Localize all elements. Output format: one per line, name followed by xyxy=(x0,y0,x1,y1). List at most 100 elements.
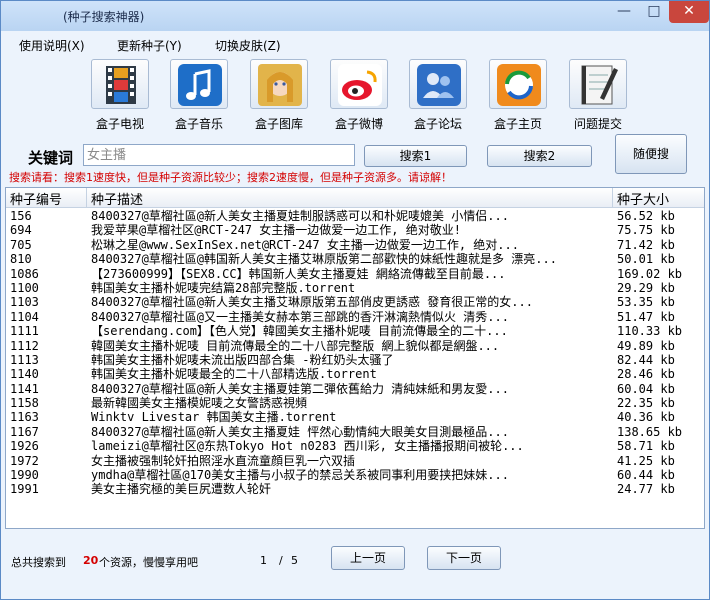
minimize-button[interactable]: — xyxy=(609,1,639,23)
seed-desc-cell: ymdha@草榴社區@170美女主播与小叔子的禁忌关系被同事利用要挟把妹妹... xyxy=(91,468,509,483)
table-row[interactable]: 156 8400327@草榴社區@新人美女主播夏娃制服誘惑可以和朴妮唛媲美 小情侣… xyxy=(6,209,704,223)
portrait-icon xyxy=(258,64,302,106)
menu-help[interactable]: 使用说明(X) xyxy=(19,37,85,54)
seed-id-cell: 1167 xyxy=(10,424,39,439)
table-row[interactable]: 1140 韩国美女主播朴妮唛最全的二十八部精选版.torrent 28.46 kb xyxy=(6,367,704,381)
random-search-button[interactable]: 随便搜 xyxy=(615,134,687,174)
total-pages: 5 xyxy=(291,554,298,567)
toolbar-music-button[interactable] xyxy=(170,59,228,109)
header-seed-id[interactable]: 种子编号 xyxy=(10,189,62,208)
seed-desc-cell: 松琳之星@www.SexInSex.net@RCT-247 女主播一边做爱一边工… xyxy=(91,237,519,252)
seed-size-cell: 40.36 kb xyxy=(617,410,675,425)
toolbar-gallery-button[interactable] xyxy=(250,59,308,109)
seed-size-cell: 110.33 kb xyxy=(617,324,683,339)
seed-desc-cell: 8400327@草榴社區@新人美女主播夏娃第二彈依舊給力 清純妹紙和男友愛... xyxy=(91,381,509,396)
status-bar: 总共搜索到 20 个资源，慢慢享用吧 1 / 5 上一页 下一页 xyxy=(1,535,709,599)
seed-id-cell: 810 xyxy=(10,252,32,267)
header-seed-desc[interactable]: 种子描述 xyxy=(91,189,143,208)
seed-desc-cell: Winktv Livestar 韩国美女主播.torrent xyxy=(91,410,337,425)
seed-id-cell: 1991 xyxy=(10,482,39,497)
table-row[interactable]: 1100 韩国美女主播朴妮唛完结篇28部完整版.torrent 29.29 kb xyxy=(6,281,704,295)
seed-size-cell: 138.65 kb xyxy=(617,424,683,439)
app-window: (种子搜索神器) — □ ✕ 使用说明(X) 更新种子(Y) 切换皮肤(Z) 盒… xyxy=(0,0,710,600)
table-row[interactable]: 694 我爱苹果@草榴社区@RCT-247 女主播一边做爱一边工作, 绝对敬业! 7… xyxy=(6,223,704,237)
seed-id-cell: 1140 xyxy=(10,367,39,382)
search-hint: 搜索请看：搜索1速度快，但是种子资源比较少；搜索2速度慢，但是种子资源多。请谅解… xyxy=(9,171,452,184)
column-divider[interactable] xyxy=(612,188,613,208)
maximize-button[interactable]: □ xyxy=(639,1,669,23)
seed-id-cell: 1100 xyxy=(10,280,39,295)
seed-id-cell: 694 xyxy=(10,223,32,238)
toolbar-home-button[interactable] xyxy=(489,59,547,109)
table-row[interactable]: 1926 lameizi@草榴社区@东热Tokyo Hot n0283 西川彩, … xyxy=(6,439,704,453)
seed-desc-cell: 8400327@草榴社區@又一主播美女赫本第三部跳的香汗淋漓熱情似火 清秀... xyxy=(91,309,509,324)
window-title: (种子搜索神器) xyxy=(63,10,145,24)
seed-id-cell: 1086 xyxy=(10,266,39,281)
seed-id-cell: 1104 xyxy=(10,309,39,324)
seed-id-cell: 1103 xyxy=(10,295,39,310)
seed-desc-cell: 8400327@草榴社區@新人美女主播夏娃制服誘惑可以和朴妮唛媲美 小情侣... xyxy=(91,209,509,223)
seed-size-cell: 75.75 kb xyxy=(617,223,675,238)
result-suffix: 个资源，慢慢享用吧 xyxy=(99,556,198,569)
toolbar-tv-button[interactable] xyxy=(91,59,149,109)
music-note-icon xyxy=(178,64,222,106)
seed-desc-cell: 8400327@草榴社區@新人美女主播夏娃 怦然心動情純大眼美女目測最極品... xyxy=(91,424,509,439)
table-row[interactable]: 1163 Winktv Livestar 韩国美女主播.torrent 40.36 … xyxy=(6,410,704,424)
table-header: 种子编号 种子描述 种子大小 xyxy=(6,188,704,208)
toolbar: 盒子电视 盒子音乐 盒子图库 盒子微博 盒子论坛 盒子主页 问题提交 xyxy=(1,59,709,134)
table-row[interactable]: 705 松琳之星@www.SexInSex.net@RCT-247 女主播一边做爱… xyxy=(6,238,704,252)
table-row[interactable]: 1141 8400327@草榴社區@新人美女主播夏娃第二彈依舊給力 清純妹紙和男友… xyxy=(6,382,704,396)
close-button[interactable]: ✕ xyxy=(669,1,709,23)
table-row[interactable]: 1972 女主播被强制轮奸拍照淫水直流童顔巨乳一穴双插 41.25 kb xyxy=(6,454,704,468)
table-row[interactable]: 810 8400327@草榴社區@韩国新人美女主播艾琳原版第二部歡快的妹紙性趣就是… xyxy=(6,252,704,266)
menu-update-seeds[interactable]: 更新种子(Y) xyxy=(117,37,182,54)
table-row[interactable]: 1104 8400327@草榴社區@又一主播美女赫本第三部跳的香汗淋漓熱情似火 清… xyxy=(6,310,704,324)
prev-page-button[interactable]: 上一页 xyxy=(331,546,405,570)
menu-switch-skin[interactable]: 切换皮肤(Z) xyxy=(215,37,281,54)
table-row[interactable]: 1990 ymdha@草榴社區@170美女主播与小叔子的禁忌关系被同事利用要挟把妹… xyxy=(6,468,704,482)
next-page-button[interactable]: 下一页 xyxy=(427,546,501,570)
toolbar-weibo-button[interactable] xyxy=(330,59,388,109)
seed-size-cell: 169.02 kb xyxy=(617,266,683,281)
search1-button[interactable]: 搜索1 xyxy=(364,145,467,167)
search2-button[interactable]: 搜索2 xyxy=(487,145,592,167)
seed-desc-cell: 韓國美女主播朴妮唛 目前流傳最全的二十八部完整版 網上貌似都是網盤... xyxy=(91,338,500,353)
table-row[interactable]: 1103 8400327@草榴社區@新人美女主播艾琳原版第五部俏皮更誘惑 發育很正… xyxy=(6,295,704,309)
seed-size-cell: 53.35 kb xyxy=(617,295,675,310)
seed-id-cell: 1163 xyxy=(10,410,39,425)
toolbar-feedback-button[interactable] xyxy=(569,59,627,109)
seed-id-cell: 1158 xyxy=(10,396,39,411)
seed-desc-cell: 我爱苹果@草榴社区@RCT-247 女主播一边做爱一边工作, 绝对敬业! xyxy=(91,223,461,238)
seed-desc-cell: 8400327@草榴社區@韩国新人美女主播艾琳原版第二部歡快的妹紙性趣就是多 漂… xyxy=(91,252,557,267)
seed-desc-cell: 韩国美女主播朴妮唛完结篇28部完整版.torrent xyxy=(91,280,356,295)
column-divider[interactable] xyxy=(86,188,87,208)
table-row[interactable]: 1991 美女主播究極的美巨尻遭数人轮奸 24.77 kb xyxy=(6,482,704,496)
table-row[interactable]: 1111 【serendang.com】【色人党】韓國美女主播朴妮唛 目前流傳最全… xyxy=(6,324,704,338)
weibo-icon xyxy=(338,64,382,106)
seed-id-cell: 1113 xyxy=(10,352,39,367)
toolbar-feedback-label: 问题提交 xyxy=(573,117,622,131)
results-table[interactable]: 种子编号 种子描述 种子大小 156 8400327@草榴社區@新人美女主播夏娃制… xyxy=(5,187,705,529)
seed-desc-cell: 美女主播究極的美巨尻遭数人轮奸 xyxy=(91,482,272,497)
seed-desc-cell: 8400327@草榴社區@新人美女主播艾琳原版第五部俏皮更誘惑 發育很正常的女.… xyxy=(91,295,533,310)
seed-id-cell: 1926 xyxy=(10,439,39,454)
header-seed-size[interactable]: 种子大小 xyxy=(617,189,669,208)
keyword-input[interactable] xyxy=(83,144,355,166)
current-page: 1 xyxy=(260,554,267,567)
title-bar[interactable]: (种子搜索神器) — □ ✕ xyxy=(1,1,709,31)
toolbar-forum-button[interactable] xyxy=(409,59,467,109)
people-icon xyxy=(417,64,461,106)
toolbar-home-label: 盒子主页 xyxy=(493,117,542,131)
table-row[interactable]: 1113 韩国美女主播朴妮唛未流出版四部合集 -粉红奶头太骚了 82.44 kb xyxy=(6,353,704,367)
table-row[interactable]: 1086 【273600999】【SEX8.CC】韩国新人美女主播夏娃 網絡流傳截… xyxy=(6,267,704,281)
seed-size-cell: 58.71 kb xyxy=(617,439,675,454)
table-row[interactable]: 1158 最新韓國美女主播模妮唛之女警誘惑視頻 22.35 kb xyxy=(6,396,704,410)
table-body: 156 8400327@草榴社區@新人美女主播夏娃制服誘惑可以和朴妮唛媲美 小情侣… xyxy=(6,209,704,497)
table-row[interactable]: 1112 韓國美女主播朴妮唛 目前流傳最全的二十八部完整版 網上貌似都是網盤...… xyxy=(6,339,704,353)
seed-id-cell: 705 xyxy=(10,237,32,252)
seed-desc-cell: 韩国美女主播朴妮唛未流出版四部合集 -粉红奶头太骚了 xyxy=(91,352,394,367)
result-count: 20 xyxy=(83,554,99,567)
toolbar-music-label: 盒子音乐 xyxy=(174,117,223,131)
seed-id-cell: 1111 xyxy=(10,324,39,339)
table-row[interactable]: 1167 8400327@草榴社區@新人美女主播夏娃 怦然心動情純大眼美女目測最極… xyxy=(6,425,704,439)
